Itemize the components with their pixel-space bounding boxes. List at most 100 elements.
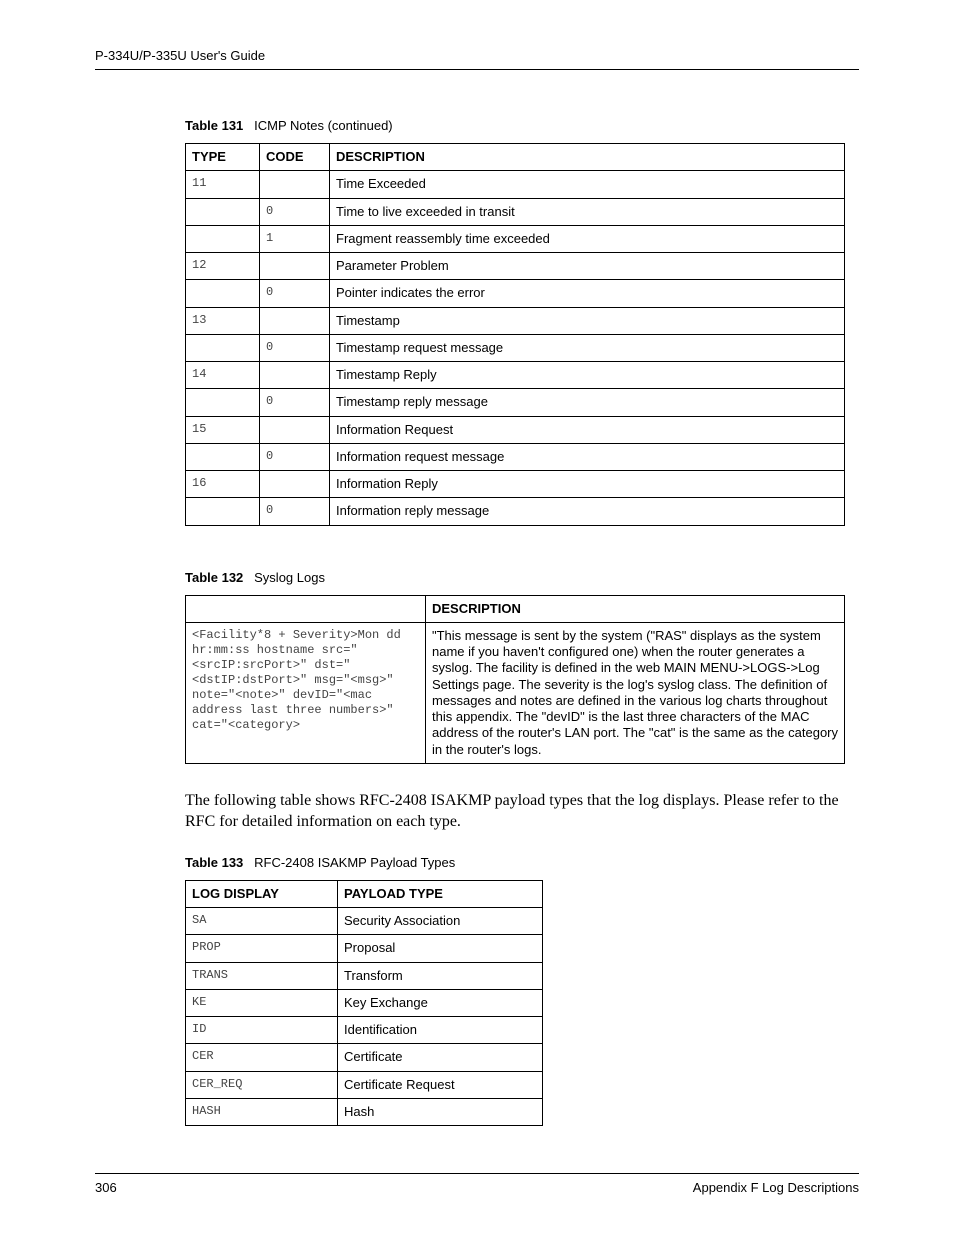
cell-desc: Information request message	[330, 443, 845, 470]
cell-code: 0	[260, 389, 330, 416]
cell-code	[260, 307, 330, 334]
cell-code	[260, 471, 330, 498]
table-row: 0Information request message	[186, 443, 845, 470]
table131-wrap: Table 131 ICMP Notes (continued) TYPE CO…	[185, 118, 859, 526]
cell-type	[186, 225, 260, 252]
cell-code: 0	[260, 334, 330, 361]
cell-desc: Timestamp request message	[330, 334, 845, 361]
th-log: LOG DISPLAY	[186, 880, 338, 907]
syslog-desc: "This message is sent by the system ("RA…	[426, 622, 845, 763]
cell-log: SA	[186, 908, 338, 935]
table-row: PROPProposal	[186, 935, 543, 962]
table133-wrap: Table 133 RFC-2408 ISAKMP Payload Types …	[185, 855, 859, 1126]
cell-desc: Timestamp Reply	[330, 362, 845, 389]
table-row: 13 Timestamp	[186, 307, 845, 334]
guide-title: P-334U/P-335U User's Guide	[95, 48, 265, 63]
th-blank	[186, 595, 426, 622]
table-row: 0Timestamp request message	[186, 334, 845, 361]
cell-type	[186, 334, 260, 361]
cell-code	[260, 362, 330, 389]
page-header: P-334U/P-335U User's Guide	[95, 48, 859, 70]
cell-payload: Certificate	[338, 1044, 543, 1071]
cell-desc: Time to live exceeded in transit	[330, 198, 845, 225]
cell-type: 13	[186, 307, 260, 334]
table-row: CERCertificate	[186, 1044, 543, 1071]
cell-type: 16	[186, 471, 260, 498]
table-row: 0Pointer indicates the error	[186, 280, 845, 307]
table-row: 0Timestamp reply message	[186, 389, 845, 416]
table132-num: Table 132	[185, 570, 243, 585]
cell-payload: Identification	[338, 1017, 543, 1044]
cell-desc: Timestamp reply message	[330, 389, 845, 416]
table-header-row: LOG DISPLAY PAYLOAD TYPE	[186, 880, 543, 907]
cell-code: 0	[260, 280, 330, 307]
cell-type	[186, 443, 260, 470]
table-row: CER_REQCertificate Request	[186, 1071, 543, 1098]
table133: LOG DISPLAY PAYLOAD TYPE SASecurity Asso…	[185, 880, 543, 1126]
table-row: 16 Information Reply	[186, 471, 845, 498]
cell-payload: Hash	[338, 1098, 543, 1125]
table131-title: ICMP Notes (continued)	[254, 118, 393, 133]
table-row: 11 Time Exceeded	[186, 171, 845, 198]
cell-type: 12	[186, 253, 260, 280]
th-desc: DESCRIPTION	[330, 144, 845, 171]
cell-code: 0	[260, 198, 330, 225]
cell-type: 11	[186, 171, 260, 198]
cell-desc: Information Request	[330, 416, 845, 443]
cell-payload: Certificate Request	[338, 1071, 543, 1098]
page-footer: 306 Appendix F Log Descriptions	[95, 1173, 859, 1195]
table-row: SASecurity Association	[186, 908, 543, 935]
table-row: IDIdentification	[186, 1017, 543, 1044]
table-header-row: DESCRIPTION	[186, 595, 845, 622]
cell-log: HASH	[186, 1098, 338, 1125]
cell-type: 15	[186, 416, 260, 443]
cell-desc: Information Reply	[330, 471, 845, 498]
table133-title: RFC-2408 ISAKMP Payload Types	[254, 855, 455, 870]
cell-log: CER_REQ	[186, 1071, 338, 1098]
cell-type	[186, 498, 260, 525]
table-row: TRANSTransform	[186, 962, 543, 989]
table-row: 15 Information Request	[186, 416, 845, 443]
table133-caption: Table 133 RFC-2408 ISAKMP Payload Types	[185, 855, 859, 870]
cell-log: ID	[186, 1017, 338, 1044]
appendix-label: Appendix F Log Descriptions	[693, 1180, 859, 1195]
cell-type	[186, 389, 260, 416]
table-row: 0Time to live exceeded in transit	[186, 198, 845, 225]
cell-code: 0	[260, 498, 330, 525]
cell-payload: Transform	[338, 962, 543, 989]
table131-num: Table 131	[185, 118, 243, 133]
th-code: CODE	[260, 144, 330, 171]
cell-payload: Key Exchange	[338, 989, 543, 1016]
cell-payload: Proposal	[338, 935, 543, 962]
cell-desc: Timestamp	[330, 307, 845, 334]
cell-desc: Parameter Problem	[330, 253, 845, 280]
cell-type	[186, 280, 260, 307]
table-row: HASHHash	[186, 1098, 543, 1125]
table132-wrap: Table 132 Syslog Logs DESCRIPTION <Facil…	[185, 570, 859, 764]
cell-code	[260, 416, 330, 443]
cell-desc: Information reply message	[330, 498, 845, 525]
cell-desc: Fragment reassembly time exceeded	[330, 225, 845, 252]
table-row: 14Timestamp Reply	[186, 362, 845, 389]
table-header-row: TYPE CODE DESCRIPTION	[186, 144, 845, 171]
table-row: <Facility*8 + Severity>Mon dd hr:mm:ss h…	[186, 622, 845, 763]
th-desc: DESCRIPTION	[426, 595, 845, 622]
table-row: 1Fragment reassembly time exceeded	[186, 225, 845, 252]
cell-type	[186, 198, 260, 225]
table-row: 0Information reply message	[186, 498, 845, 525]
th-payload: PAYLOAD TYPE	[338, 880, 543, 907]
table132-title: Syslog Logs	[254, 570, 325, 585]
cell-log: CER	[186, 1044, 338, 1071]
cell-code: 0	[260, 443, 330, 470]
cell-code	[260, 171, 330, 198]
cell-payload: Security Association	[338, 908, 543, 935]
table-row: 12 Parameter Problem	[186, 253, 845, 280]
cell-code	[260, 253, 330, 280]
table132: DESCRIPTION <Facility*8 + Severity>Mon d…	[185, 595, 845, 764]
cell-desc: Time Exceeded	[330, 171, 845, 198]
th-type: TYPE	[186, 144, 260, 171]
table-row: KEKey Exchange	[186, 989, 543, 1016]
table131: TYPE CODE DESCRIPTION 11Time Exceeded0Ti…	[185, 143, 845, 526]
table132-caption: Table 132 Syslog Logs	[185, 570, 859, 585]
cell-log: PROP	[186, 935, 338, 962]
